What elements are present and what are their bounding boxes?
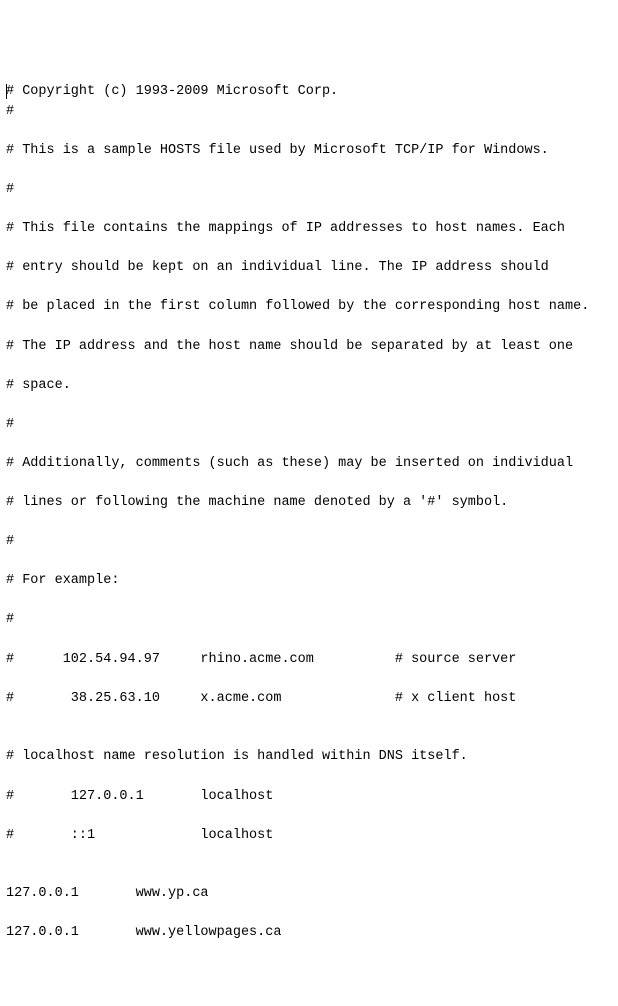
file-line: # This file contains the mappings of IP … (6, 219, 612, 239)
file-line: # localhost name resolution is handled w… (6, 747, 612, 767)
file-line: # Copyright (c) 1993-2009 Microsoft Corp… (6, 84, 338, 99)
file-line: # (6, 180, 612, 200)
file-line: # 127.0.0.1 localhost (6, 787, 612, 807)
file-line: # space. (6, 376, 612, 396)
file-line: # be placed in the first column followed… (6, 297, 612, 317)
hosts-entry: 127.0.0.1 www.yp.ca (6, 884, 612, 904)
file-line: # For example: (6, 571, 612, 591)
hosts-file-content[interactable]: # Copyright (c) 1993-2009 Microsoft Corp… (6, 82, 612, 962)
file-line: # entry should be kept on an individual … (6, 258, 612, 278)
file-line: # (6, 610, 612, 630)
file-line: # 102.54.94.97 rhino.acme.com # source s… (6, 650, 612, 670)
hosts-entry: 127.0.0.1 www.yellowpages.ca (6, 923, 612, 943)
file-line: # (6, 415, 612, 435)
file-line: # (6, 532, 612, 552)
file-line: # (6, 102, 612, 122)
file-line: # The IP address and the host name shoul… (6, 337, 612, 357)
file-line: # 38.25.63.10 x.acme.com # x client host (6, 689, 612, 709)
file-line: # This is a sample HOSTS file used by Mi… (6, 141, 612, 161)
file-line: # Additionally, comments (such as these)… (6, 454, 612, 474)
file-line: # ::1 localhost (6, 826, 612, 846)
